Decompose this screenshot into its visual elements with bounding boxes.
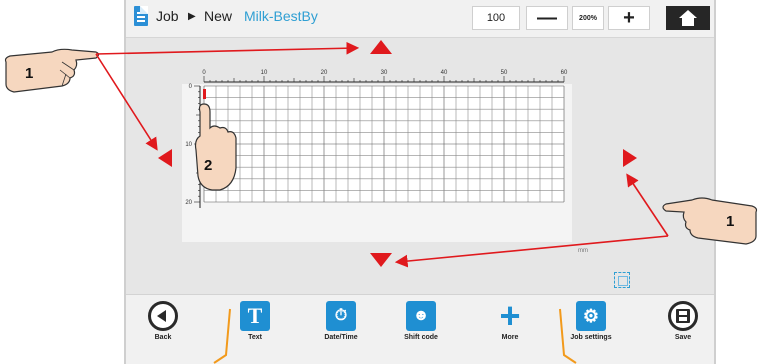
cursor-marker (203, 89, 206, 99)
leader-line-up (95, 41, 360, 55)
leader-line-right (626, 173, 669, 237)
touching-hand-icon: 2 (194, 89, 237, 191)
manual-figure: Job ▶ New Milk-BestBy 100 — 200% + 0 10 20… (0, 0, 761, 364)
callout-number-right: 1 (726, 213, 734, 230)
callout-number-left: 1 (25, 65, 33, 82)
pointing-hand-right-icon: 1 (662, 197, 758, 245)
pointing-hand-left-icon: 1 (4, 48, 100, 93)
leader-line-left (95, 53, 158, 151)
callout-number-touch: 2 (204, 157, 212, 174)
callout-overlay: 1 1 2 (4, 41, 758, 268)
leader-line-down (394, 235, 669, 268)
